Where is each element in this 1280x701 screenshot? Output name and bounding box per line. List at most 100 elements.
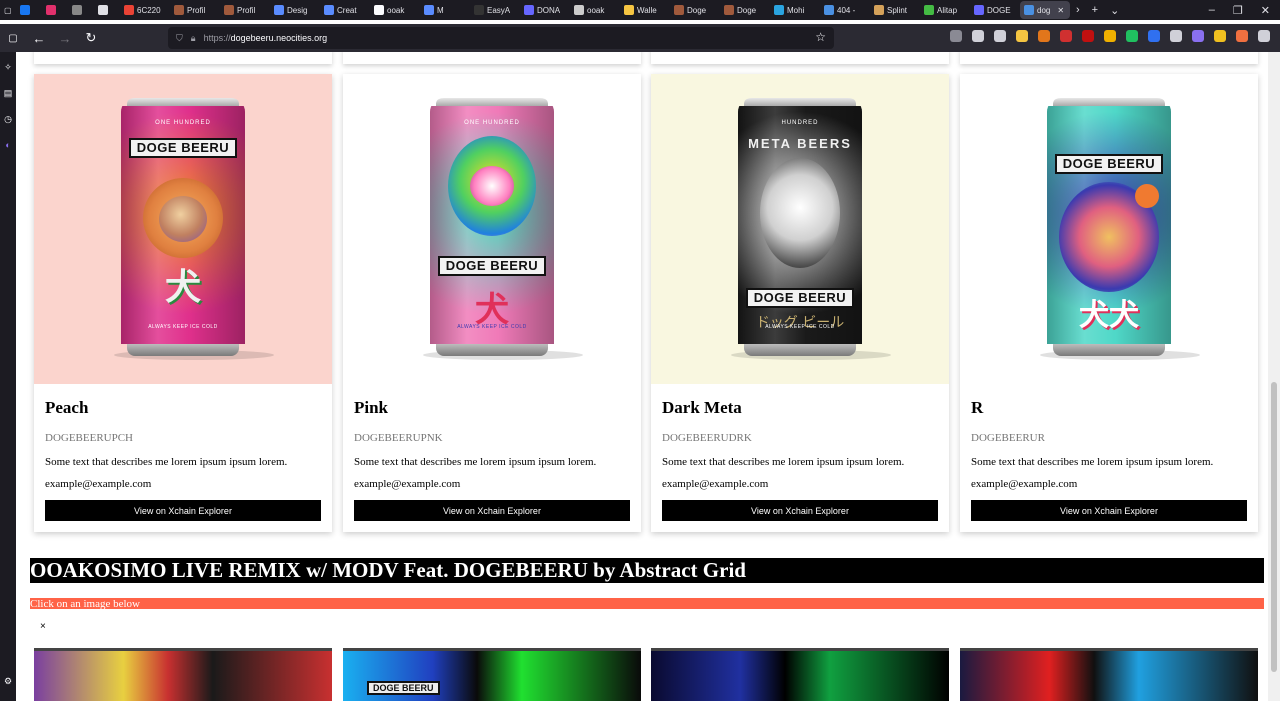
browser-tab[interactable]: Alitap [920,0,970,20]
back-icon[interactable]: ← [26,31,52,46]
view-xchain-explorer-button[interactable]: View on Xchain Explorer [354,500,630,521]
maximize-icon[interactable]: ❐ [1233,4,1243,17]
tab-label: ooak [587,5,605,15]
close-tab-icon[interactable]: ✕ [1057,6,1064,15]
pocket-icon[interactable] [972,30,984,42]
remix-thumbnail[interactable] [960,648,1258,701]
tab-favicon-icon [624,5,634,15]
product-image[interactable]: ONE HUNDRED DOGE BEERU 犬 ALWAYS KEEP ICE… [34,74,332,384]
product-image[interactable]: HUNDRED META BEERS DOGE BEERU ドッグ ビール AL… [651,74,949,384]
browser-tab[interactable]: Profil [220,0,270,20]
tab-favicon-icon [974,5,984,15]
sidebar-icon[interactable]: ▢ [0,33,26,44]
tab-label: DOGE [987,5,1011,15]
tab-label: 6C220 [137,5,161,15]
browser-tab[interactable]: Profil [170,0,220,20]
bookmark-star-icon[interactable]: ☆ [815,30,826,44]
scrollbar-thumb[interactable] [1271,382,1277,672]
remix-thumbnail[interactable] [34,648,332,701]
tab-favicon-icon [72,5,82,15]
can-brand-text: DOGE BEERU [1055,154,1163,174]
product-description: Some text that describes me lorem ipsum … [354,456,597,468]
tab-scroll-right-icon[interactable]: › [1070,4,1086,16]
shield-icon[interactable]: ⛉ [176,33,183,44]
tab-label: Splint [887,5,908,15]
metamask-icon[interactable] [1038,30,1050,42]
browser-tab[interactable]: DONA [520,0,570,20]
sidebar-toggle-icon[interactable]: ▢ [0,0,16,20]
browser-tab[interactable]: M [420,0,470,20]
synced-tabs-icon[interactable]: ▤ [2,88,14,99]
browser-tab[interactable]: Doge [670,0,720,20]
extension-icon[interactable] [950,30,962,42]
previous-card [960,52,1258,64]
browser-tab[interactable]: Walle [620,0,670,20]
minimize-icon[interactable]: – [1209,4,1215,17]
extension-icon[interactable] [1104,30,1116,42]
tab-label: Creat [337,5,357,15]
browser-tab[interactable]: dog ✕ [1020,1,1070,19]
beer-can-image: ONE HUNDRED DOGE BEERU 犬 ALWAYS KEEP ICE… [430,98,554,356]
close-window-icon[interactable]: ✕ [1261,4,1270,17]
tab-label: Profil [237,5,256,15]
browser-tab[interactable]: DOGE [970,0,1020,20]
tab-list-icon[interactable]: ⌄ [1104,4,1125,17]
extension-icon[interactable] [1126,30,1138,42]
tab-favicon-icon [574,5,584,15]
window-controls: – ❐ ✕ [1209,4,1280,17]
view-xchain-explorer-button[interactable]: View on Xchain Explorer [662,500,938,521]
extension-icon[interactable] [1082,30,1094,42]
tab-label: Profil [187,5,206,15]
new-tab-icon[interactable]: + [1086,4,1104,16]
forward-icon[interactable]: → [52,31,78,46]
tab-label: dog [1037,5,1051,15]
extension-icon[interactable] [1236,30,1248,42]
page-scrollbar[interactable] [1268,52,1280,701]
browser-tab[interactable]: 6C220 [120,0,170,20]
product-name: Peach [45,398,89,417]
browser-tab[interactable]: Desig [270,0,320,20]
tab-favicon-icon [724,5,734,15]
remix-thumbnail[interactable]: DOGE BEERU [343,648,641,701]
history-icon[interactable]: ◷ [2,114,14,125]
close-icon[interactable]: × [40,621,46,632]
extension-icon[interactable] [1148,30,1160,42]
puzzle-icon[interactable] [1170,30,1182,42]
download-icon[interactable] [994,30,1006,42]
browser-tab[interactable]: 404 - [820,0,870,20]
ai-chat-icon[interactable]: ✧ [2,62,14,73]
browser-tab[interactable]: ooak [570,0,620,20]
extension-icon[interactable] [1214,30,1226,42]
lock-icon[interactable]: 🔒︎ [191,33,196,44]
browser-tab[interactable]: Creat [320,0,370,20]
menu-icon[interactable] [1258,30,1270,42]
tab-label: ooak [387,5,405,15]
product-image[interactable]: DOGE BEERU 犬犬 [960,74,1258,384]
product-image[interactable]: ONE HUNDRED DOGE BEERU 犬 ALWAYS KEEP ICE… [343,74,641,384]
product-email: example@example.com [662,478,769,490]
extension-icon[interactable] [1016,30,1028,42]
browser-tab[interactable]: Mohi [770,0,820,20]
product-email: example@example.com [45,478,152,490]
tab-label: Doge [687,5,707,15]
browser-tab[interactable] [68,0,94,20]
settings-gear-icon[interactable]: ⚙ [2,676,14,687]
view-xchain-explorer-button[interactable]: View on Xchain Explorer [971,500,1247,521]
can-top-text: ONE HUNDRED [155,120,211,126]
view-xchain-explorer-button[interactable]: View on Xchain Explorer [45,500,321,521]
browser-tab[interactable]: Doge [720,0,770,20]
can-top-text: HUNDRED [781,120,819,126]
extension-sidebar-icon[interactable]: ◐ [2,140,14,150]
extension-icon[interactable] [1060,30,1072,42]
browser-tab[interactable] [42,0,68,20]
browser-sidebar: ✧ ▤ ◷ ◐ ⚙ [0,52,16,701]
reload-icon[interactable]: ↻ [78,30,104,46]
browser-tab[interactable] [16,0,42,20]
browser-tab[interactable]: ooak [370,0,420,20]
remix-thumbnail[interactable] [651,648,949,701]
extension-icon[interactable] [1192,30,1204,42]
browser-tab[interactable]: EasyA [470,0,520,20]
browser-tab[interactable] [94,0,120,20]
browser-tab[interactable]: Splint [870,0,920,20]
url-bar[interactable]: ⛉ 🔒︎ https://dogebeeru.neocities.org ☆ [168,27,834,49]
